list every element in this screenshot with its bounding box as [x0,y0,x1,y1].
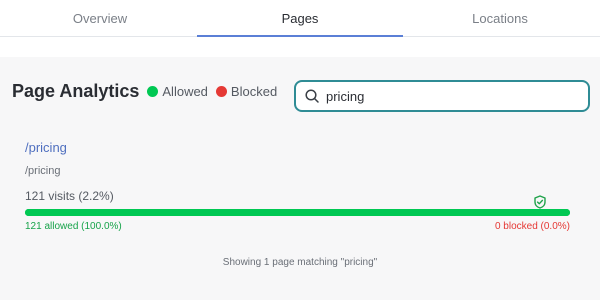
tab-overview[interactable]: Overview [0,0,200,36]
tab-pages[interactable]: Pages [200,0,400,36]
allowed-dot-icon [147,86,159,97]
allowed-count: 121 allowed (100.0%) [25,221,122,232]
shield-check-icon [534,195,546,209]
panel-header: Page Analytics Allowed Blocked [12,81,285,102]
bar-labels: 121 allowed (100.0%) 0 blocked (0.0%) [25,221,570,232]
page-link[interactable]: /pricing [25,140,67,155]
legend-allowed-label: Allowed [162,84,208,99]
list-item: /pricing /pricing 121 visits (2.2%) 121 … [25,139,570,232]
page-title: Page Analytics [12,81,140,101]
tab-locations[interactable]: Locations [400,0,600,36]
results-summary: Showing 1 page matching "pricing" [222,257,378,268]
page-analytics-panel: Page Analytics Allowed Blocked /pricing … [0,57,600,300]
allowed-bar-fill [25,209,570,216]
allowed-blocked-bar [25,209,570,216]
legend-blocked: Blocked [215,84,278,99]
tab-bar: Overview Pages Locations [0,0,600,37]
page-path: /pricing [25,165,61,177]
search-input[interactable] [326,88,566,104]
search-icon [305,89,319,103]
legend-blocked-label: Blocked [230,84,278,99]
search-field[interactable] [294,80,590,112]
visits-count: 121 visits (2.2%) [25,189,114,203]
blocked-count: 0 blocked (0.0%) [494,221,570,232]
legend-allowed: Allowed [147,84,208,99]
blocked-dot-icon [215,86,227,97]
active-tab-indicator [197,35,403,37]
